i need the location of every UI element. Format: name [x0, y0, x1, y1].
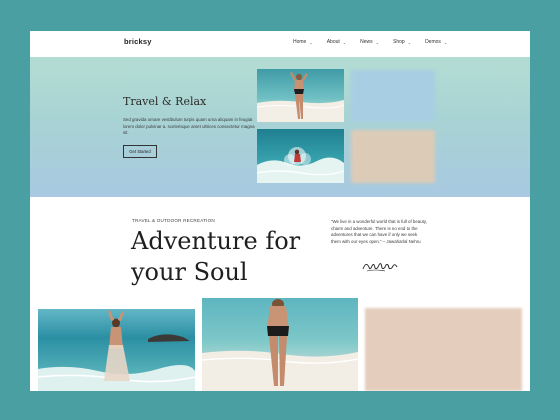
- chevron-down-icon: ⌄: [375, 39, 380, 45]
- chevron-down-icon: ⌄: [342, 39, 347, 45]
- beach-photo-woman-standing: [257, 69, 344, 122]
- blurred-sand-photo: [351, 130, 435, 183]
- nav-item-news[interactable]: News ⌄: [360, 39, 379, 45]
- nav-item-about[interactable]: About ⌄: [327, 39, 346, 45]
- woman-walking-into-sea-photo: [202, 298, 358, 391]
- chevron-down-icon: ⌄: [407, 39, 412, 45]
- main-nav: Home ⌄ About ⌄ News ⌄ Shop ⌄ Demos ⌄: [293, 39, 461, 45]
- chevron-down-icon: ⌄: [309, 39, 313, 45]
- section-title: Adventure for your Soul: [131, 226, 331, 288]
- nav-item-demos[interactable]: Demos ⌄: [425, 39, 447, 45]
- get-started-button[interactable]: Get Started: [123, 145, 157, 158]
- blurred-sand-photo-large: [365, 308, 522, 391]
- nav-item-label: Demos: [425, 39, 441, 45]
- handwritten-signature: [361, 257, 401, 275]
- site-logo[interactable]: bricksy: [124, 37, 152, 46]
- nav-item-home[interactable]: Home ⌄: [293, 39, 313, 45]
- chevron-down-icon: ⌄: [443, 39, 448, 45]
- section-title-line-1: Adventure for: [131, 227, 301, 255]
- hero-section: Travel & Relax Sed gravida ornare vestib…: [30, 57, 530, 197]
- woman-on-beach-photo: [38, 309, 195, 391]
- ocean-wave-splash-photo: [257, 129, 344, 183]
- hero-title: Travel & Relax: [123, 95, 207, 108]
- section-eyebrow: TRAVEL & OUTDOOR RECREATION: [132, 218, 215, 223]
- section-title-line-2: your Soul: [131, 258, 248, 286]
- nehru-quote: “We live in a wonderful world that is fu…: [331, 219, 427, 244]
- nav-item-label: Shop: [393, 39, 405, 45]
- nav-item-label: News: [360, 39, 373, 45]
- site-header: bricksy Home ⌄ About ⌄ News ⌄ Shop ⌄ Dem…: [30, 31, 530, 57]
- website-preview: bricksy Home ⌄ About ⌄ News ⌄ Shop ⌄ Dem…: [30, 31, 530, 391]
- hero-description: Sed gravida ornare vestibulum turpis qua…: [123, 117, 255, 136]
- nav-item-label: Home: [293, 39, 307, 45]
- nav-item-shop[interactable]: Shop ⌄: [393, 39, 411, 45]
- blurred-sky-photo: [351, 70, 435, 122]
- nav-item-label: About: [326, 39, 340, 45]
